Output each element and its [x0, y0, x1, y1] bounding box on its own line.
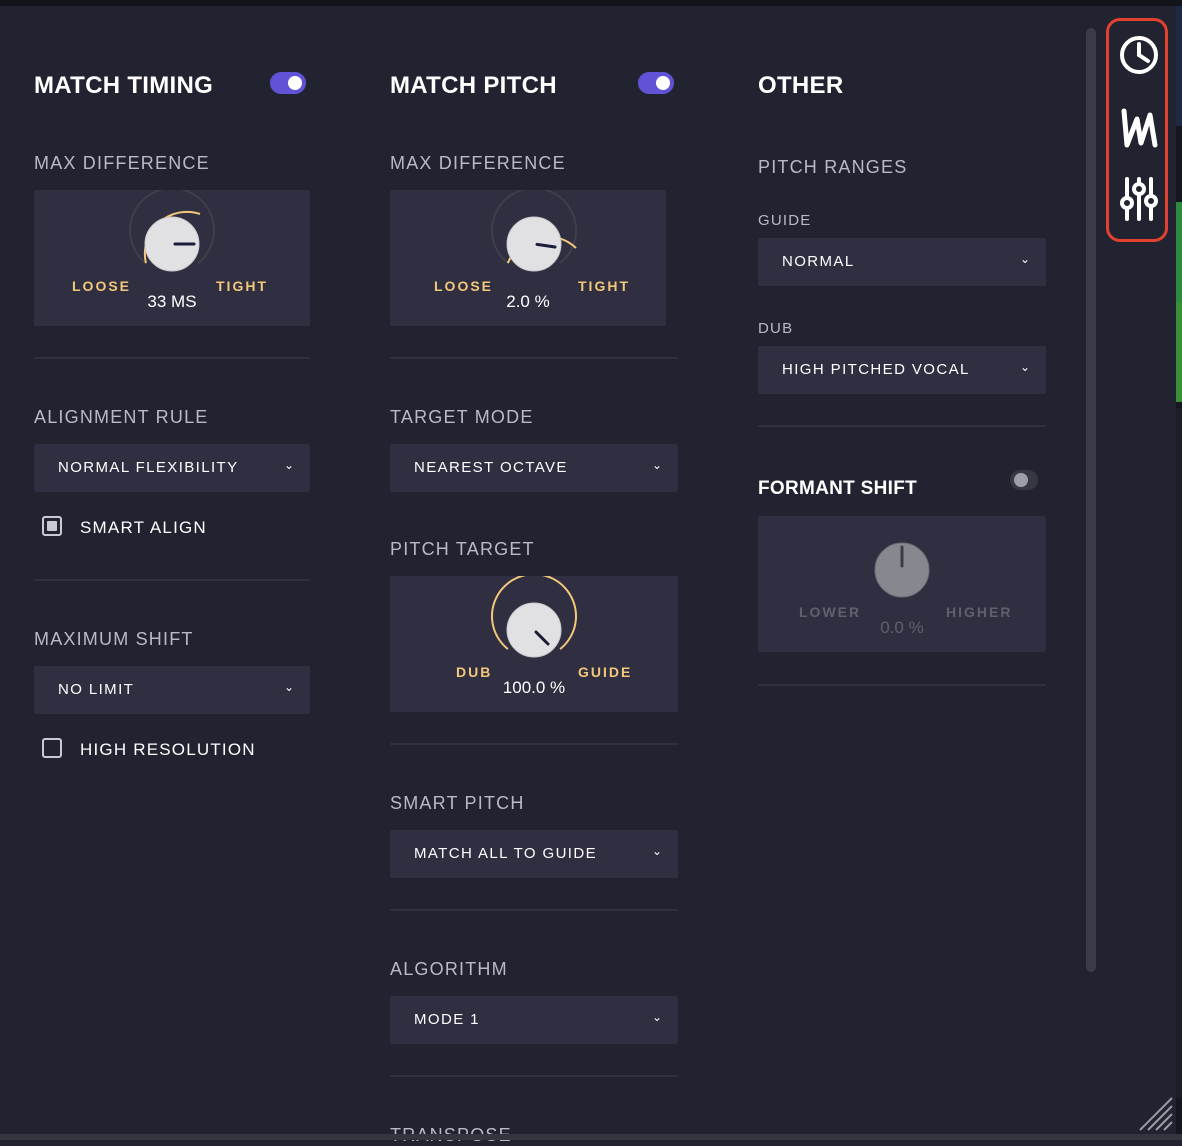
dropdown-value: NORMAL: [782, 253, 855, 270]
m-logo-icon[interactable]: [1115, 103, 1163, 151]
alignment-rule-label: ALIGNMENT RULE: [34, 407, 209, 427]
target-mode-label: TARGET MODE: [390, 407, 534, 427]
guide-label: GUIDE: [758, 212, 812, 229]
high-resolution-checkbox[interactable]: [42, 738, 62, 758]
dropdown-value: MODE 1: [414, 1011, 480, 1028]
match-pitch-title: MATCH PITCH: [390, 72, 557, 99]
divider: [390, 357, 678, 359]
dropdown-value: HIGH PITCHED VOCAL: [782, 361, 970, 378]
formant-shift-knob[interactable]: LOWER HIGHER 0.0 %: [758, 516, 1046, 652]
smart-pitch-dropdown[interactable]: MATCH ALL TO GUIDE ⌄: [390, 830, 678, 878]
toggle-thumb: [656, 76, 670, 90]
pitch-target-knob[interactable]: DUB GUIDE 100.0 %: [390, 576, 678, 712]
knob-value: 100.0 %: [502, 678, 566, 697]
divider: [34, 357, 310, 359]
pitch-ranges-label: PITCH RANGES: [758, 157, 908, 177]
maximum-shift-label: MAXIMUM SHIFT: [34, 629, 194, 649]
dub-range-dropdown[interactable]: HIGH PITCHED VOCAL ⌄: [758, 346, 1046, 394]
chevron-down-icon: ⌄: [651, 458, 662, 472]
divider: [34, 579, 310, 581]
clock-icon[interactable]: [1115, 31, 1163, 79]
toggle-thumb: [288, 76, 302, 90]
chevron-down-icon: ⌄: [651, 844, 662, 858]
formant-shift-toggle[interactable]: [1010, 470, 1038, 490]
match-timing-toggle[interactable]: [270, 72, 306, 94]
smart-pitch-label: SMART PITCH: [390, 793, 525, 813]
divider: [390, 909, 678, 911]
chevron-down-icon: ⌄: [1019, 252, 1030, 266]
toggle-thumb: [1014, 473, 1028, 487]
algorithm-dropdown[interactable]: MODE 1 ⌄: [390, 996, 678, 1044]
alignment-rule-dropdown[interactable]: NORMAL FLEXIBILITY ⌄: [34, 444, 310, 492]
resize-grip-icon[interactable]: [1134, 1092, 1174, 1132]
bottom-bar: [0, 1134, 1182, 1140]
chevron-down-icon: ⌄: [283, 458, 294, 472]
divider: [390, 1075, 678, 1077]
dropdown-value: NORMAL FLEXIBILITY: [58, 459, 239, 476]
top-bar: [0, 0, 1182, 6]
chevron-down-icon: ⌄: [283, 680, 294, 694]
maximum-shift-dropdown[interactable]: NO LIMIT ⌄: [34, 666, 310, 714]
dropdown-value: MATCH ALL TO GUIDE: [414, 845, 598, 862]
other-title: OTHER: [758, 72, 844, 99]
smart-align-label: SMART ALIGN: [80, 518, 207, 537]
chevron-down-icon: ⌄: [1019, 360, 1030, 374]
timing-max-difference-knob[interactable]: LOOSE TIGHT 33 MS: [34, 190, 310, 326]
match-pitch-toggle[interactable]: [638, 72, 674, 94]
side-panel: [1106, 18, 1168, 242]
timing-max-difference-label: MAX DIFFERENCE: [34, 153, 210, 173]
high-resolution-label: HIGH RESOLUTION: [80, 740, 256, 759]
divider: [758, 425, 1046, 427]
divider: [758, 684, 1046, 686]
guide-range-dropdown[interactable]: NORMAL ⌄: [758, 238, 1046, 286]
target-mode-dropdown[interactable]: NEAREST OCTAVE ⌄: [390, 444, 678, 492]
sliders-icon[interactable]: [1115, 175, 1163, 223]
knob-value: 33 MS: [147, 292, 197, 311]
match-timing-title: MATCH TIMING: [34, 72, 214, 99]
checkbox-mark: [47, 521, 57, 531]
chevron-down-icon: ⌄: [651, 1010, 662, 1024]
knob-value: 2.0 %: [506, 292, 550, 311]
divider: [390, 743, 678, 745]
track-strip: [1176, 6, 1182, 1134]
knob-value: 0.0 %: [880, 618, 924, 637]
dub-label: DUB: [758, 320, 794, 337]
dropdown-value: NO LIMIT: [58, 681, 135, 698]
smart-align-checkbox[interactable]: [42, 516, 62, 536]
pitch-max-difference-knob[interactable]: LOOSE TIGHT 2.0 %: [390, 190, 666, 326]
algorithm-label: ALGORITHM: [390, 959, 508, 979]
dropdown-value: NEAREST OCTAVE: [414, 459, 568, 476]
vertical-scrollbar[interactable]: [1086, 28, 1096, 972]
formant-shift-title: FORMANT SHIFT: [758, 478, 918, 499]
pitch-target-label: PITCH TARGET: [390, 539, 535, 559]
pitch-max-difference-label: MAX DIFFERENCE: [390, 153, 566, 173]
